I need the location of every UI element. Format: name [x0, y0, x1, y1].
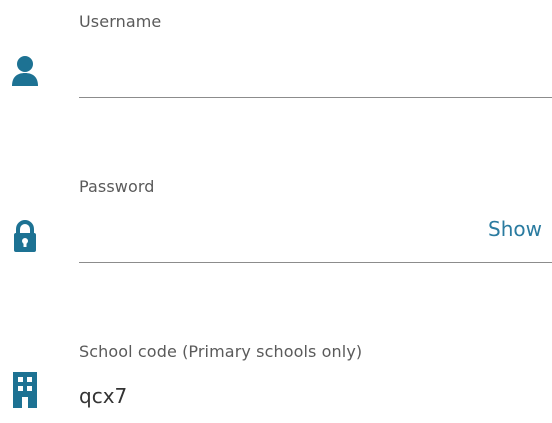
user-icon	[10, 55, 40, 86]
password-label: Password	[79, 177, 155, 196]
password-input[interactable]	[79, 213, 469, 249]
username-field-group: Username	[0, 0, 552, 110]
password-underline	[79, 262, 552, 263]
password-field-group: Password Show	[0, 165, 552, 275]
school-code-label: School code (Primary schools only)	[79, 342, 363, 361]
school-code-field-group: School code (Primary schools only)	[0, 330, 552, 423]
building-icon	[10, 371, 40, 408]
username-input[interactable]	[79, 58, 552, 94]
username-underline	[79, 97, 552, 98]
school-code-input[interactable]	[79, 378, 552, 414]
show-password-toggle[interactable]: Show	[488, 217, 542, 241]
lock-icon	[10, 219, 40, 252]
username-label: Username	[79, 12, 162, 31]
